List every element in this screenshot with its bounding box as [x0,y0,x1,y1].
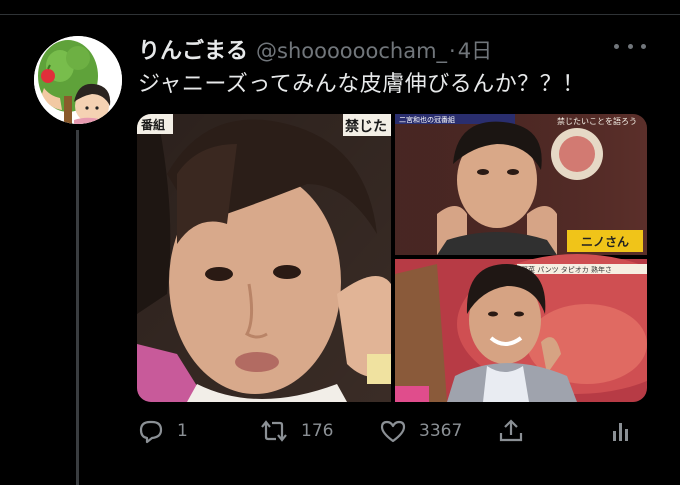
analytics-button[interactable] [609,414,633,448]
avatar-illustration [34,36,122,124]
top-divider [0,14,680,15]
thread-line [76,130,79,485]
bottom-right-ticker: 野菜 パンツ タピオカ 熟年さ [521,265,612,274]
retweet-icon [261,420,287,442]
separator-dot: · [449,39,456,63]
retweet-count: 176 [301,421,334,441]
top-right-badge: ニノさん [581,235,629,249]
top-right-caption-right: 禁じたいことを語ろう [557,116,637,126]
tweet-header: りんごまる @shoooooocham_ · 4日 [138,33,492,65]
left-caption: 禁じた [345,118,387,135]
left-photo[interactable]: 禁じた 番組 [137,114,391,402]
top-right-photo[interactable]: 二宮和也の冠番組 禁じたいことを語ろう ニノさん [395,114,647,255]
avatar[interactable] [34,36,122,124]
display-name[interactable]: りんごまる [138,33,248,65]
media-grid[interactable]: 禁じた 番組 二宮和也の冠番組 禁じたいことを語ろう ニノさん 野菜 パンツ タ… [137,114,647,402]
heart-icon [380,420,406,443]
analytics-icon [613,423,628,441]
more-options-icon[interactable] [614,34,646,58]
reply-count: 1 [177,421,188,441]
like-button[interactable]: 3367 [379,414,462,448]
left-caption-small: 番組 [140,117,165,132]
top-right-caption: 二宮和也の冠番組 [399,115,455,124]
share-button[interactable] [497,414,525,448]
tweet-actions: 1 176 3367 [137,414,647,448]
like-count: 3367 [419,421,463,441]
bottom-right-photo[interactable]: 野菜 パンツ タピオカ 熟年さ [395,254,647,402]
reply-icon [139,420,163,444]
tweet-text: ジャニーズってみんな皮膚伸びるんか？？！ [138,72,585,97]
retweet-button[interactable]: 176 [259,414,333,448]
share-icon [499,419,523,442]
timestamp[interactable]: 4日 [458,35,492,65]
reply-button[interactable]: 1 [137,414,188,448]
user-handle[interactable]: @shoooooocham_ [256,39,447,63]
